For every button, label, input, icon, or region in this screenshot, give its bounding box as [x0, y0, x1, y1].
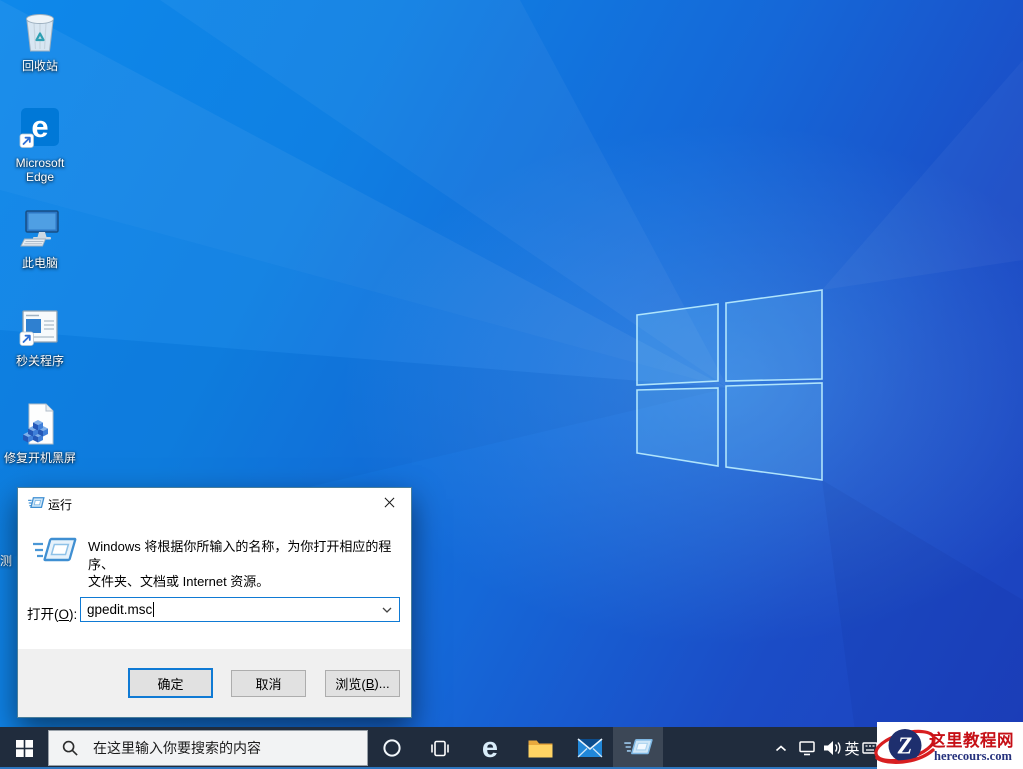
taskbar-app-run[interactable]: [613, 727, 663, 769]
watermark-site-url: herecours.com: [934, 749, 1012, 763]
svg-text:e: e: [31, 109, 48, 144]
open-input-value: gpedit.msc: [87, 602, 153, 617]
close-button[interactable]: [367, 488, 411, 516]
desktop-icon-label: 修复开机黑屏: [3, 451, 76, 465]
search-icon: [62, 740, 78, 756]
windows-start-icon: [15, 739, 33, 757]
task-view-button[interactable]: [422, 727, 458, 769]
cortana-button[interactable]: [374, 727, 410, 769]
ok-button[interactable]: 确定: [128, 668, 213, 698]
ime-indicator: 英: [844, 740, 860, 758]
desktop-icon-label: 回收站: [21, 59, 58, 73]
search-input[interactable]: [91, 739, 367, 757]
text-cursor: [153, 602, 155, 617]
tray-volume-button[interactable]: [820, 727, 844, 769]
application-window-icon: [19, 310, 58, 346]
dialog-description: Windows 将根据你所输入的名称，为你打开相应的程序、 文件夹、文档或 In…: [88, 539, 392, 589]
dialog-titlebar[interactable]: 运行: [18, 488, 411, 516]
open-combobox[interactable]: gpedit.msc: [80, 597, 400, 622]
file-explorer-icon: [528, 740, 552, 758]
this-pc-icon: [20, 210, 59, 247]
desktop-icon-recycle-bin[interactable]: 回收站: [2, 8, 78, 73]
taskbar-search-box[interactable]: [48, 730, 368, 766]
registry-file-icon: [23, 403, 54, 445]
task-view-icon: [431, 740, 449, 756]
volume-icon: [824, 741, 841, 755]
browse-button[interactable]: 浏览(B)...: [325, 670, 400, 697]
tray-chevron-up-button[interactable]: [770, 727, 792, 769]
open-label: 打开(O):: [27, 607, 78, 622]
edge-icon: e: [481, 731, 499, 764]
taskbar-app-edge[interactable]: e: [468, 727, 512, 769]
close-icon: [384, 497, 394, 507]
dialog-title: 运行: [48, 498, 73, 512]
run-icon: [624, 739, 653, 755]
recycle-bin-icon: [26, 14, 54, 52]
desktop: 回收站 e Microsoft Edge 此电脑 秒关程序 修复开机黑屏 测 运…: [0, 0, 1023, 769]
run-dialog: 运行 Windows 将根据你所输入的名称，为你打开相应的程序、 文件夹、文档或…: [17, 487, 412, 718]
site-watermark: Z 这里教程网 herecours.com: [874, 722, 1023, 769]
cancel-button[interactable]: 取消: [231, 670, 306, 697]
watermark-site-name: 这里教程网: [929, 732, 1014, 750]
desktop-icon-partial-label[interactable]: 测: [0, 552, 17, 570]
cortana-icon: [383, 739, 401, 757]
desktop-icon-label: 此电脑: [21, 256, 58, 270]
tray-network-button[interactable]: [794, 727, 820, 769]
logo-letter: Z: [897, 734, 913, 760]
mail-icon: [577, 738, 603, 758]
desktop-icon-microsoft-edge[interactable]: e Microsoft Edge: [2, 105, 78, 184]
network-icon: [798, 740, 815, 755]
desktop-icon-label: Microsoft Edge: [15, 156, 65, 184]
edge-icon: e: [19, 108, 59, 148]
run-icon-large: [33, 537, 77, 562]
chevron-up-icon: [775, 744, 787, 751]
taskbar-app-file-explorer[interactable]: [518, 727, 562, 769]
run-icon: [28, 497, 45, 509]
desktop-icon-quick-close-program[interactable]: 秒关程序: [2, 303, 78, 368]
desktop-icon-label: 秒关程序: [15, 354, 64, 368]
desktop-icon-fix-boot-black-screen[interactable]: 修复开机黑屏: [2, 400, 78, 465]
chevron-down-icon[interactable]: [382, 607, 392, 613]
start-button[interactable]: [0, 727, 48, 769]
taskbar-app-mail[interactable]: [568, 727, 612, 769]
desktop-icon-this-pc[interactable]: 此电脑: [2, 205, 78, 270]
